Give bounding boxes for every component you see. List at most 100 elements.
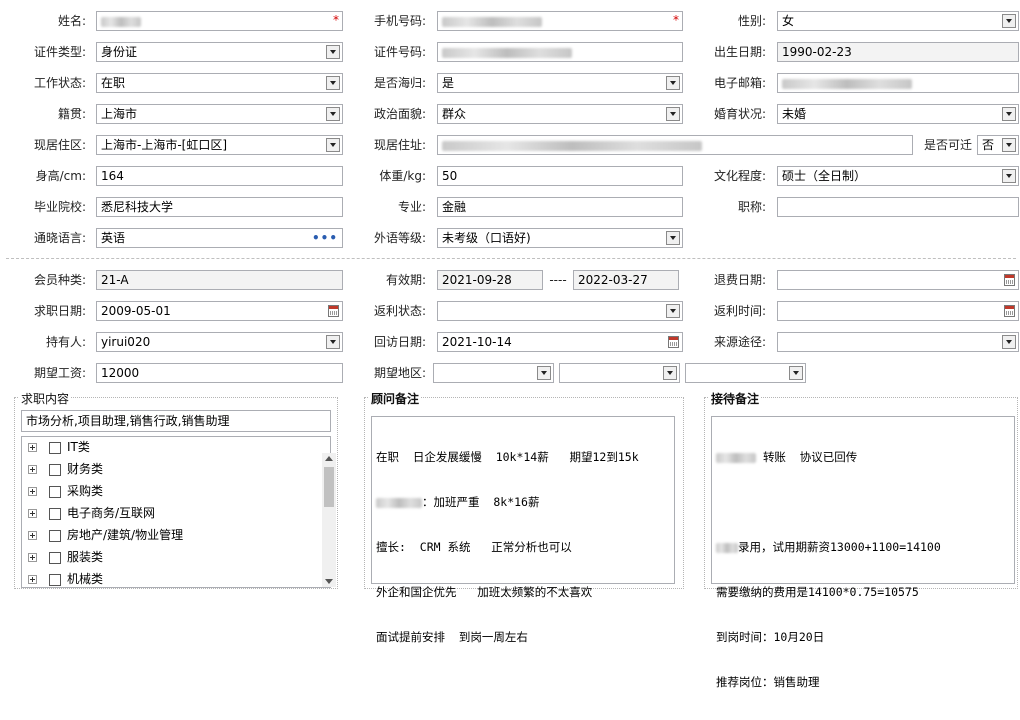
dropdown-arrow-icon[interactable] (666, 107, 680, 121)
dropdown-arrow-icon[interactable] (789, 366, 803, 380)
region-district-select[interactable] (685, 363, 806, 383)
name-label: 姓名: (57, 14, 86, 28)
checkbox[interactable] (49, 529, 61, 542)
tree-item[interactable]: 房地产/建筑/物业管理 (28, 525, 183, 545)
job-date-input[interactable]: 2009-05-01 (96, 301, 343, 321)
dropdown-arrow-icon[interactable] (326, 335, 340, 349)
marital-select[interactable]: 未婚 (777, 104, 1019, 124)
redacted-text (442, 140, 702, 151)
salary-input[interactable]: 12000 (96, 363, 343, 383)
lang-level-select[interactable]: 未考级（口语好) (437, 228, 683, 248)
dropdown-arrow-icon[interactable] (1002, 138, 1016, 152)
dropdown-arrow-icon[interactable] (326, 45, 340, 59)
valid-period-label: 有效期: (385, 273, 426, 287)
more-options-icon[interactable]: ••• (312, 229, 338, 247)
political-select[interactable]: 群众 (437, 104, 683, 124)
birth-input[interactable]: 1990-02-23 (777, 42, 1019, 62)
height-input[interactable]: 164 (96, 166, 343, 186)
dropdown-arrow-icon[interactable] (666, 304, 680, 318)
source-select[interactable] (777, 332, 1019, 352)
weight-input[interactable]: 50 (437, 166, 683, 186)
id-type-select[interactable]: 身份证 (96, 42, 343, 62)
dropdown-arrow-icon[interactable] (1002, 169, 1016, 183)
expand-icon[interactable] (28, 575, 37, 584)
calendar-icon[interactable] (1004, 305, 1015, 317)
dropdown-arrow-icon[interactable] (663, 366, 677, 380)
name-input[interactable]: * (96, 11, 343, 31)
language-input[interactable]: 英语 ••• (96, 228, 343, 248)
tree-item-label: IT类 (67, 440, 90, 454)
returnee-select[interactable]: 是 (437, 73, 683, 93)
title-input[interactable] (777, 197, 1019, 217)
holder-value: yirui020 (101, 335, 151, 349)
address-input[interactable] (437, 135, 913, 155)
dropdown-arrow-icon[interactable] (326, 107, 340, 121)
tree-item[interactable]: 电子商务/互联网 (28, 503, 155, 523)
tree-scrollbar[interactable] (322, 453, 336, 587)
reception-notes-textarea[interactable]: 转账 协议已回传 录用，试用期薪资13000+1100=14100 需要缴纳的费… (711, 416, 1015, 689)
tree-item[interactable]: 机械类 (28, 569, 103, 587)
advisor-notes-textarea[interactable]: 在职 日企发展缓慢 10k*14薪 期望12到15k ：加班严重 8k*16薪 … (371, 416, 675, 644)
tree-item[interactable]: IT类 (28, 437, 90, 457)
dropdown-arrow-icon[interactable] (666, 76, 680, 90)
region-label: 期望地区: (373, 366, 426, 380)
valid-to-input[interactable]: 2022-03-27 (573, 270, 679, 290)
visit-date-input[interactable]: 2021-10-14 (437, 332, 683, 352)
scroll-down-icon[interactable] (325, 579, 333, 584)
dropdown-arrow-icon[interactable] (666, 231, 680, 245)
member-type-input[interactable]: 21-A (96, 270, 343, 290)
expand-icon[interactable] (28, 531, 37, 540)
expand-icon[interactable] (28, 465, 37, 474)
tree-item[interactable]: 财务类 (28, 459, 103, 479)
native-place-label: 籍贯: (57, 107, 86, 121)
email-input[interactable] (777, 73, 1019, 93)
phone-input[interactable]: * (437, 11, 683, 31)
dropdown-arrow-icon[interactable] (537, 366, 551, 380)
native-place-select[interactable]: 上海市 (96, 104, 343, 124)
residence-area-select[interactable]: 上海市-上海市-[虹口区] (96, 135, 343, 155)
work-status-select[interactable]: 在职 (96, 73, 343, 93)
scroll-up-icon[interactable] (325, 456, 333, 461)
checkbox[interactable] (49, 551, 61, 564)
school-input[interactable]: 悉尼科技大学 (96, 197, 343, 217)
valid-from-input[interactable]: 2021-09-28 (437, 270, 543, 290)
education-label: 文化程度: (713, 169, 766, 183)
holder-select[interactable]: yirui020 (96, 332, 343, 352)
dropdown-arrow-icon[interactable] (326, 76, 340, 90)
dropdown-arrow-icon[interactable] (1002, 335, 1016, 349)
checkbox[interactable] (49, 441, 61, 454)
rebate-status-select[interactable] (437, 301, 683, 321)
checkbox[interactable] (49, 485, 61, 498)
valid-to-value: 2022-03-27 (578, 273, 648, 287)
region-province-select[interactable] (433, 363, 554, 383)
major-input[interactable]: 金融 (437, 197, 683, 217)
checkbox[interactable] (49, 463, 61, 476)
checkbox[interactable] (49, 573, 61, 586)
tree-item[interactable]: 服装类 (28, 547, 103, 567)
calendar-icon[interactable] (668, 336, 679, 348)
checkbox[interactable] (49, 507, 61, 520)
expand-icon[interactable] (28, 553, 37, 562)
id-number-input[interactable] (437, 42, 683, 62)
rebate-time-input[interactable] (777, 301, 1019, 321)
dropdown-arrow-icon[interactable] (1002, 107, 1016, 121)
calendar-icon[interactable] (1004, 274, 1015, 286)
scroll-thumb[interactable] (324, 467, 334, 507)
dropdown-arrow-icon[interactable] (1002, 14, 1016, 28)
region-city-select[interactable] (559, 363, 680, 383)
calendar-icon[interactable] (328, 305, 339, 317)
address-label: 现居住址: (373, 138, 426, 152)
expand-icon[interactable] (28, 443, 37, 452)
relocate-select[interactable]: 否 (977, 135, 1019, 155)
tree-item[interactable]: 采购类 (28, 481, 103, 501)
gender-select[interactable]: 女 (777, 11, 1019, 31)
lang-level-value: 未考级（口语好) (442, 231, 531, 245)
expand-icon[interactable] (28, 509, 37, 518)
job-selected-input[interactable]: 市场分析,项目助理,销售行政,销售助理 (21, 410, 331, 432)
refund-date-input[interactable] (777, 270, 1019, 290)
education-select[interactable]: 硕士（全日制） (777, 166, 1019, 186)
dropdown-arrow-icon[interactable] (326, 138, 340, 152)
expand-icon[interactable] (28, 487, 37, 496)
job-category-tree[interactable]: IT类 财务类 采购类 电子商务/互联网 房地产/建筑/物业管理 服装类 机械类 (21, 436, 331, 588)
note-line: 在职 日企发展缓慢 10k*14薪 期望12到15k (376, 450, 639, 464)
